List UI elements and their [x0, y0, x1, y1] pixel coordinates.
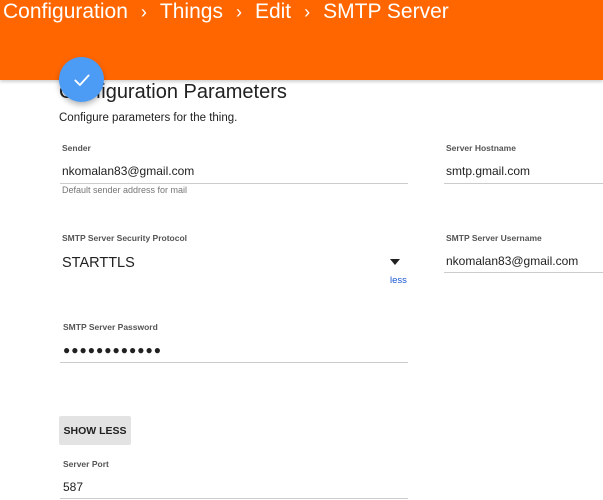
less-link[interactable]: less	[390, 275, 407, 286]
password-label: SMTP Server Password	[63, 322, 158, 332]
security-protocol-label: SMTP Server Security Protocol	[62, 233, 188, 243]
breadcrumb-separator: ›	[235, 1, 242, 22]
port-input[interactable]: 587	[63, 480, 83, 494]
breadcrumb-smtp-server: SMTP Server	[323, 0, 449, 23]
show-less-button[interactable]: SHOW LESS	[59, 416, 131, 445]
password-underline	[60, 362, 408, 363]
breadcrumb-separator: ›	[140, 1, 147, 22]
username-input[interactable]: nkomalan83@gmail.com	[446, 254, 578, 268]
sender-input[interactable]: nkomalan83@gmail.com	[62, 164, 194, 178]
port-underline	[60, 498, 408, 499]
section-description: Configure parameters for the thing.	[59, 112, 238, 124]
hostname-underline	[444, 183, 603, 184]
password-input[interactable]: ●●●●●●●●●●●●	[63, 343, 162, 357]
dropdown-arrow-icon[interactable]	[390, 259, 400, 265]
breadcrumb: Configuration › Things › Edit › SMTP Ser…	[3, 0, 449, 26]
username-label: SMTP Server Username	[446, 233, 542, 243]
hostname-label: Server Hostname	[446, 143, 516, 153]
breadcrumb-things[interactable]: Things	[160, 0, 223, 24]
check-icon	[73, 74, 90, 86]
security-protocol-select[interactable]: STARTTLS	[62, 255, 135, 271]
breadcrumb-edit[interactable]: Edit	[255, 0, 291, 24]
sender-underline	[60, 183, 408, 184]
username-underline	[444, 272, 603, 273]
sender-label: Sender	[62, 143, 91, 153]
sender-help-text: Default sender address for mail	[62, 185, 188, 195]
breadcrumb-configuration[interactable]: Configuration	[3, 0, 128, 24]
hostname-input[interactable]: smtp.gmail.com	[446, 164, 530, 178]
port-label: Server Port	[63, 459, 109, 469]
breadcrumb-separator: ›	[304, 1, 311, 22]
save-fab-button[interactable]	[59, 57, 104, 102]
